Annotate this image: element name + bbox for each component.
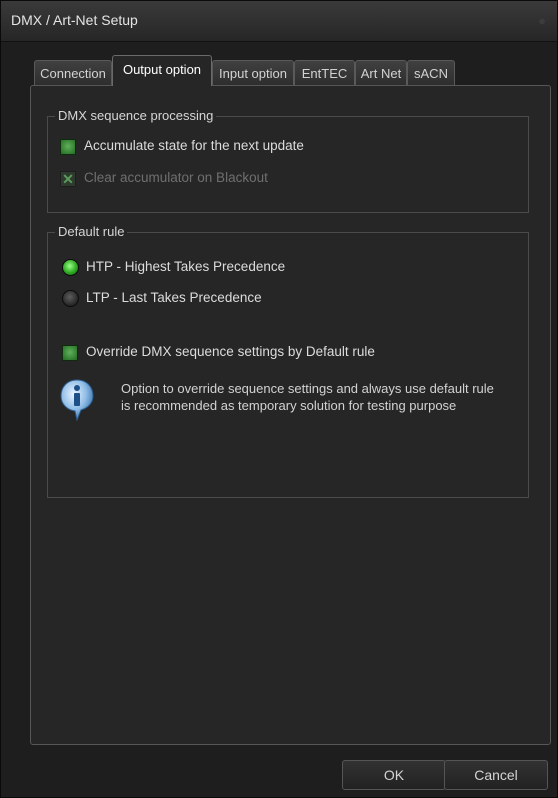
default-rule-group: Default rule HTP - Highest Takes Precede… bbox=[47, 224, 529, 498]
info-line-1: Option to override sequence settings and… bbox=[121, 381, 494, 396]
accumulate-label: Accumulate state for the next update bbox=[84, 138, 304, 153]
tab-enttec[interactable]: EntTEC bbox=[294, 60, 355, 85]
override-checkbox-row[interactable]: Override DMX sequence settings by Defaul… bbox=[62, 343, 502, 363]
info-icon bbox=[60, 379, 94, 421]
htp-radio-row[interactable]: HTP - Highest Takes Precedence bbox=[62, 258, 462, 278]
title-bar[interactable]: DMX / Art-Net Setup ● bbox=[1, 1, 557, 42]
dmx-sequence-group: DMX sequence processing Accumulate state… bbox=[47, 108, 529, 213]
ltp-radio-row[interactable]: LTP - Last Takes Precedence bbox=[62, 289, 462, 309]
dialog-window: DMX / Art-Net Setup ● Connection Output … bbox=[0, 0, 558, 798]
tab-output-option[interactable]: Output option bbox=[112, 55, 212, 86]
dialog-body: Connection Output option Input option En… bbox=[1, 42, 557, 797]
tab-art-net[interactable]: Art Net bbox=[355, 60, 407, 85]
default-rule-legend: Default rule bbox=[55, 224, 128, 240]
clear-accumulator-checkbox: ✕ bbox=[60, 171, 76, 187]
tab-sacn[interactable]: sACN bbox=[407, 60, 455, 85]
check-mark-icon: ✕ bbox=[62, 171, 74, 187]
htp-label: HTP - Highest Takes Precedence bbox=[86, 259, 286, 274]
ok-button[interactable]: OK bbox=[342, 760, 446, 790]
tab-connection[interactable]: Connection bbox=[34, 60, 112, 85]
info-message: Option to override sequence settings and… bbox=[121, 380, 541, 414]
clear-accumulator-row: ✕ Clear accumulator on Blackout bbox=[60, 169, 460, 189]
htp-radio[interactable] bbox=[62, 259, 79, 276]
window-title: DMX / Art-Net Setup bbox=[11, 12, 138, 28]
override-label: Override DMX sequence settings by Defaul… bbox=[86, 344, 375, 359]
info-line-2: is recommended as temporary solution for… bbox=[121, 398, 457, 413]
ltp-radio[interactable] bbox=[62, 290, 79, 307]
override-checkbox[interactable] bbox=[62, 345, 78, 361]
clear-accumulator-label: Clear accumulator on Blackout bbox=[84, 170, 268, 185]
ltp-label: LTP - Last Takes Precedence bbox=[86, 290, 262, 305]
tab-input-option[interactable]: Input option bbox=[212, 60, 294, 85]
accumulate-checkbox[interactable] bbox=[60, 139, 76, 155]
pin-icon[interactable]: ● bbox=[535, 14, 549, 28]
dmx-sequence-legend: DMX sequence processing bbox=[55, 108, 217, 124]
output-option-panel: DMX sequence processing Accumulate state… bbox=[30, 85, 551, 745]
cancel-button[interactable]: Cancel bbox=[444, 760, 548, 790]
accumulate-checkbox-row[interactable]: Accumulate state for the next update bbox=[60, 137, 460, 157]
